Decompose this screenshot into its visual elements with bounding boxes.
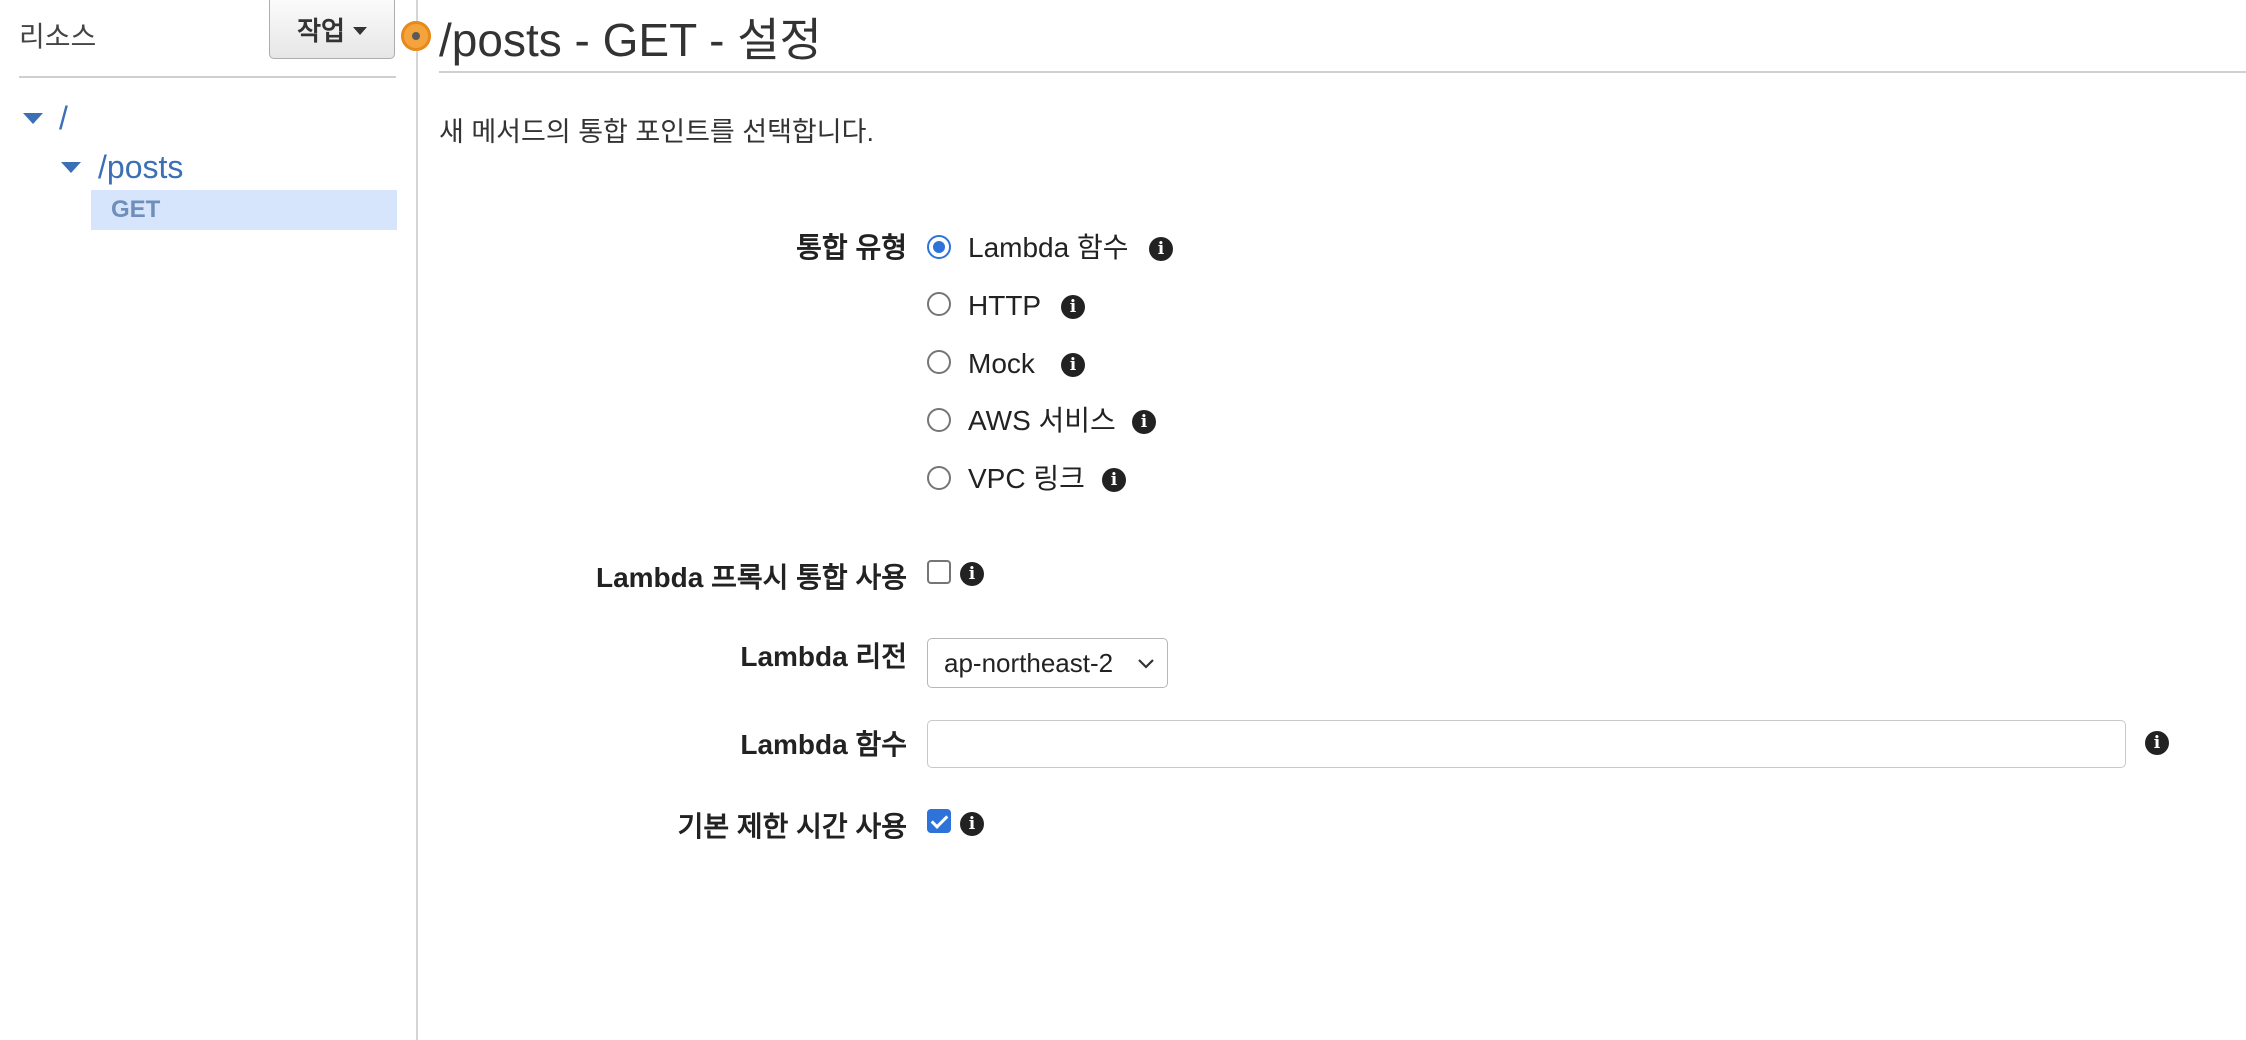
tree-item-root[interactable]: / [23,98,68,138]
lambda-proxy-checkbox[interactable] [927,560,951,584]
title-divider [439,71,2246,73]
integration-aws-service-radio[interactable] [927,408,951,432]
lambda-function-input[interactable] [927,720,2126,768]
integration-http-label[interactable]: HTTP [968,288,1041,324]
expand-triangle-icon[interactable] [61,161,81,173]
tree-item-get-label[interactable]: GET [111,196,160,224]
tree-item-get-method[interactable]: GET [91,190,397,230]
default-timeout-label: 기본 제한 시간 사용 [677,811,907,842]
tree-item-posts-label[interactable]: /posts [98,149,183,186]
info-icon[interactable]: i [2145,731,2169,755]
integration-lambda-radio[interactable] [927,235,951,259]
info-icon[interactable]: i [1102,468,1126,492]
integration-mock-radio[interactable] [927,350,951,374]
page-description: 새 메서드의 통합 포인트를 선택합니다. [439,117,874,147]
integration-vpc-link-label[interactable]: VPC 링크 [968,461,1085,497]
info-icon[interactable]: i [1149,237,1173,261]
lambda-region-value: ap-northeast-2 [944,647,1114,678]
tree-item-posts[interactable]: /posts [61,147,183,187]
lambda-region-select[interactable]: ap-northeast-2 [927,638,1168,688]
tree-item-root-label[interactable]: / [59,100,68,137]
integration-lambda-label[interactable]: Lambda 함수 [968,230,1129,266]
chevron-down-icon [1138,659,1154,669]
integration-vpc-link-radio[interactable] [927,466,951,490]
page-title: /posts - GET - 설정 [439,14,822,66]
integration-type-label: 통합 유형 [796,232,907,263]
default-timeout-checkbox[interactable] [927,809,951,833]
actions-button-label: 작업 [297,15,345,46]
info-icon[interactable]: i [960,562,984,586]
sidebar-resize-handle[interactable] [401,21,431,51]
lambda-proxy-label: Lambda 프록시 통합 사용 [595,562,907,593]
caret-down-icon [352,26,367,35]
expand-triangle-icon[interactable] [23,112,43,124]
sidebar-divider [19,76,396,78]
integration-aws-service-label[interactable]: AWS 서비스 [968,403,1116,439]
lambda-function-label: Lambda 함수 [740,729,907,760]
sidebar-title: 리소스 [19,21,97,52]
integration-http-radio[interactable] [927,292,951,316]
resources-sidebar: 리소스 작업 / /posts GET [0,0,418,1040]
info-icon[interactable]: i [1061,295,1085,319]
info-icon[interactable]: i [960,812,984,836]
info-icon[interactable]: i [1061,353,1085,377]
info-icon[interactable]: i [1132,410,1156,434]
actions-dropdown-button[interactable]: 작업 [269,0,395,59]
lambda-region-label: Lambda 리전 [740,641,907,672]
integration-mock-label[interactable]: Mock [968,346,1035,382]
